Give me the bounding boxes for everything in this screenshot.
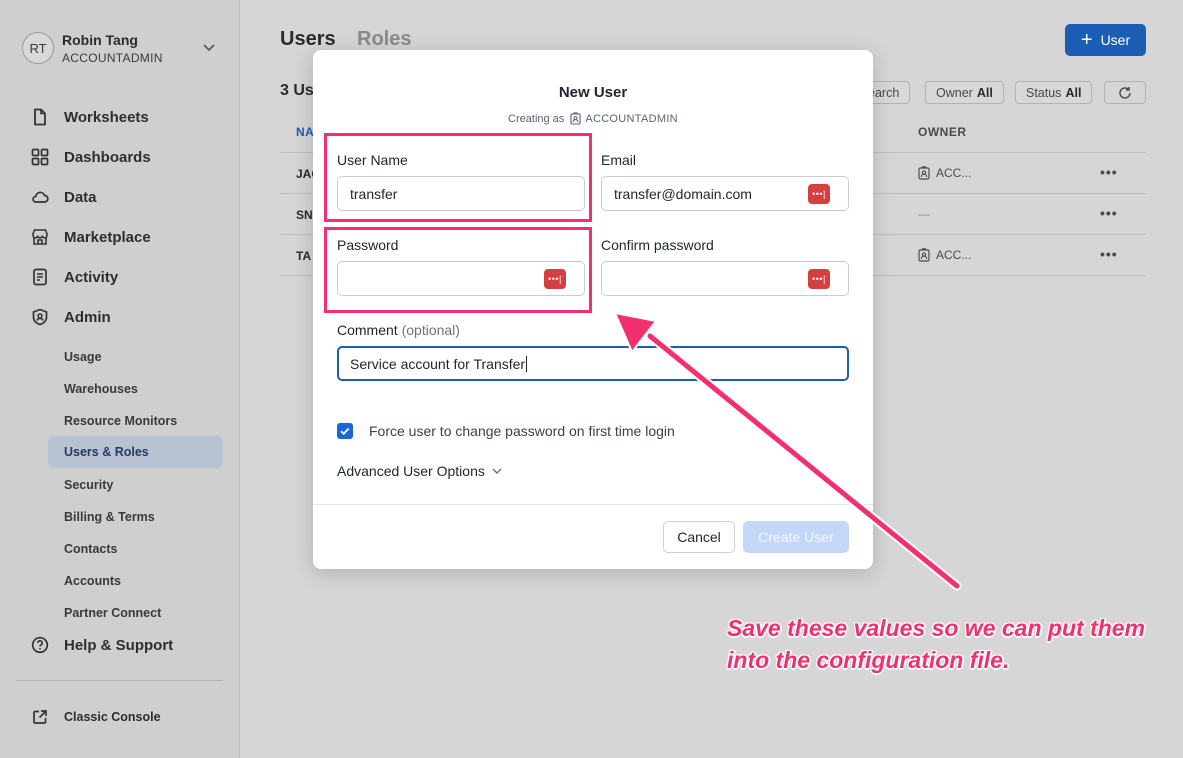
creating-as-role: ACCOUNTADMIN [585, 112, 678, 125]
password-manager-icon[interactable]: •••| [808, 269, 830, 289]
column-header-owner[interactable]: OWNER [918, 125, 967, 139]
owner-filter-value: All [976, 85, 993, 100]
dialog-title: New User [558, 84, 628, 101]
email-label: Email [601, 152, 637, 168]
user-profile-menu[interactable]: RT Robin Tang ACCOUNTADMIN [22, 30, 222, 66]
sidebar-item-partner-connect[interactable]: Partner Connect [48, 597, 223, 629]
owner-value: ACC... [936, 248, 972, 262]
sidebar-item-security[interactable]: Security [48, 469, 223, 501]
role-icon [570, 112, 581, 125]
refresh-icon [1119, 86, 1131, 99]
table-row-owner: — [918, 207, 930, 221]
owner-filter-label: Owner [936, 85, 973, 100]
creating-as-label: Creating as [508, 112, 565, 125]
confirm-password-input[interactable]: •••| [601, 261, 849, 296]
advanced-user-options-label: Advanced User Options [337, 463, 485, 479]
sidebar: RT Robin Tang ACCOUNTADMIN Worksheets Da… [0, 0, 240, 758]
force-password-change-checkbox[interactable] [337, 423, 353, 439]
sidebar-item-label: Dashboards [64, 148, 151, 166]
classic-console-link[interactable]: Classic Console [30, 706, 161, 728]
cancel-button[interactable]: Cancel [663, 521, 735, 553]
sidebar-item-marketplace[interactable]: Marketplace [30, 226, 151, 248]
row-actions-button[interactable]: ••• [1100, 164, 1118, 180]
sidebar-item-warehouses[interactable]: Warehouses [48, 373, 223, 405]
table-row-owner: ACC... [918, 166, 971, 180]
table-row-name[interactable]: TA [296, 249, 311, 263]
annotation-note: Save these values so we can put them int… [727, 615, 1145, 673]
sidebar-item-worksheets[interactable]: Worksheets [30, 106, 149, 128]
table-row-owner: ACC... [918, 248, 971, 262]
advanced-user-options-toggle[interactable]: Advanced User Options [337, 463, 503, 479]
sidebar-item-usage[interactable]: Usage [48, 341, 223, 373]
force-password-change-label[interactable]: Force user to change password on first t… [369, 423, 675, 439]
sidebar-divider [16, 680, 223, 681]
chevron-down-icon[interactable] [202, 40, 216, 54]
add-user-label: User [1100, 32, 1131, 48]
store-icon [30, 227, 50, 247]
sidebar-item-label: Activity [64, 268, 119, 286]
avatar: RT [22, 32, 54, 64]
status-filter-label: Status [1026, 85, 1062, 100]
sidebar-item-billing-terms[interactable]: Billing & Terms [48, 501, 223, 533]
status-filter[interactable]: Status All [1015, 81, 1093, 104]
create-user-button[interactable]: Create User [743, 521, 849, 553]
sidebar-item-accounts[interactable]: Accounts [48, 565, 223, 597]
password-manager-icon[interactable]: •••| [808, 184, 830, 204]
sidebar-item-resource-monitors[interactable]: Resource Monitors [48, 405, 223, 437]
shield-icon [30, 307, 50, 327]
row-actions-button[interactable]: ••• [1100, 246, 1118, 262]
sidebar-item-dashboards[interactable]: Dashboards [30, 146, 151, 168]
tab-roles[interactable]: Roles [357, 28, 411, 51]
sidebar-item-contacts[interactable]: Contacts [48, 533, 223, 565]
add-user-button[interactable]: + User [1065, 24, 1146, 56]
sidebar-item-data[interactable]: Data [30, 186, 97, 208]
profile-name: Robin Tang [62, 31, 138, 48]
dialog-footer-divider [313, 504, 873, 505]
grid-icon [30, 147, 50, 167]
tab-users[interactable]: Users [280, 28, 336, 51]
external-link-icon [30, 707, 50, 727]
row-actions-button[interactable]: ••• [1100, 205, 1118, 221]
sidebar-item-help-support[interactable]: Help & Support [30, 634, 173, 656]
classic-console-label: Classic Console [64, 710, 161, 724]
refresh-button[interactable] [1104, 81, 1146, 104]
help-icon [30, 635, 50, 655]
activity-icon [30, 267, 50, 287]
comment-value: Service account for Transfer [350, 355, 526, 372]
cloud-icon [30, 187, 50, 207]
sidebar-item-users-roles[interactable]: Users & Roles [48, 436, 223, 468]
status-filter-value: All [1065, 85, 1082, 100]
role-icon [918, 166, 930, 180]
sidebar-item-activity[interactable]: Activity [30, 266, 118, 288]
highlight-box-password [324, 227, 592, 313]
dialog-subtitle: Creating as ACCOUNTADMIN [313, 112, 873, 125]
profile-role: ACCOUNTADMIN [62, 50, 163, 65]
comment-label-text: Comment [337, 322, 398, 338]
table-row-name[interactable]: SN [296, 208, 313, 222]
sidebar-item-label: Admin [64, 308, 111, 326]
highlight-box-user-name [324, 133, 592, 222]
owner-value: — [918, 207, 930, 221]
sidebar-item-label: Data [64, 188, 97, 206]
sidebar-item-label: Worksheets [64, 108, 149, 126]
comment-label: Comment (optional) [337, 322, 460, 338]
owner-value: ACC... [936, 166, 972, 180]
owner-filter[interactable]: Owner All [925, 81, 1004, 104]
sidebar-item-admin[interactable]: Admin [30, 306, 111, 328]
checkmark-icon [340, 427, 350, 436]
confirm-password-label: Confirm password [601, 237, 714, 253]
sidebar-item-label: Help & Support [64, 636, 174, 654]
sidebar-item-label: Marketplace [64, 228, 151, 246]
role-icon [918, 248, 930, 262]
text-caret [526, 355, 528, 372]
plus-icon: + [1080, 29, 1093, 51]
chevron-down-icon [492, 468, 502, 474]
document-icon [30, 107, 50, 127]
email-value: transfer@domain.com [614, 185, 752, 202]
comment-optional-text: (optional) [401, 322, 460, 338]
email-input[interactable]: transfer@domain.com •••| [601, 176, 849, 211]
column-header-name[interactable]: NA [296, 125, 314, 139]
comment-input[interactable]: Service account for Transfer [337, 346, 849, 381]
